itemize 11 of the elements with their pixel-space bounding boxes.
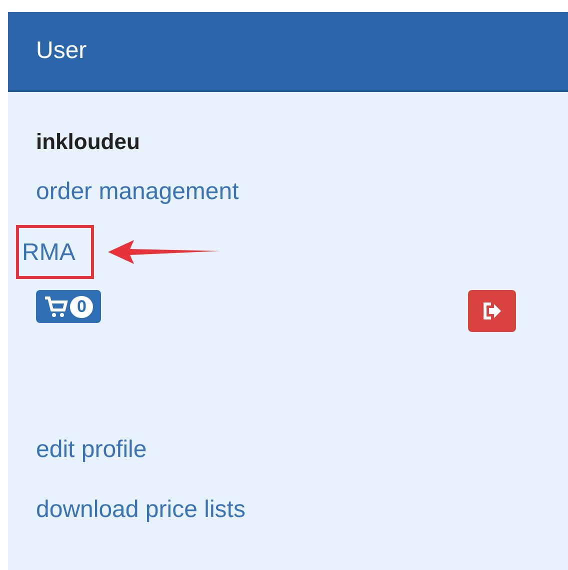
logout-icon <box>482 302 502 320</box>
panel-header: User <box>8 12 568 92</box>
nav-link[interactable]: edit profile <box>36 435 147 465</box>
cart-icon <box>44 296 68 318</box>
cart-count: 0 <box>70 296 94 318</box>
cart-button[interactable]: 0 <box>36 290 102 323</box>
logout-button[interactable] <box>468 290 516 332</box>
nav-link[interactable]: order management <box>36 177 239 207</box>
nav-link[interactable]: download price lists <box>36 495 246 525</box>
username: inkloudeu <box>36 128 141 156</box>
nav-link[interactable]: RMA <box>22 238 76 268</box>
